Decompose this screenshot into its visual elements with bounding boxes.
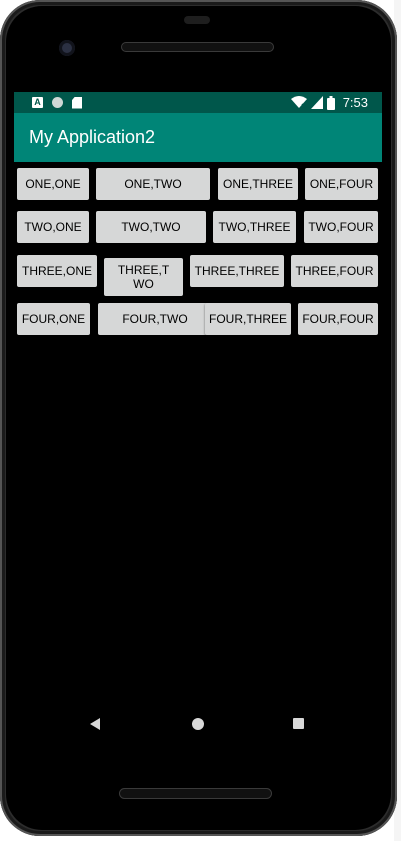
button-one-one[interactable]: ONE,ONE xyxy=(17,168,89,200)
button-one-three[interactable]: ONE,THREE xyxy=(218,168,298,200)
sd-card-icon xyxy=(72,96,82,109)
front-camera-icon xyxy=(59,40,75,56)
button-four-four[interactable]: FOUR,FOUR xyxy=(298,303,378,335)
wifi-icon xyxy=(290,96,307,109)
top-speaker xyxy=(121,42,274,52)
button-three-one[interactable]: THREE,ONE xyxy=(17,255,97,287)
app-bar: My Application2 xyxy=(14,113,382,162)
status-bar-system-icons: 7:53 xyxy=(290,94,368,111)
button-three-two[interactable]: THREE,TWO xyxy=(104,258,183,296)
recents-icon[interactable] xyxy=(293,718,304,729)
bottom-speaker xyxy=(119,788,272,799)
home-icon[interactable] xyxy=(192,718,204,730)
circle-icon xyxy=(52,97,63,108)
earpiece xyxy=(184,16,210,24)
button-two-one[interactable]: TWO,ONE xyxy=(17,211,89,243)
button-one-two[interactable]: ONE,TWO xyxy=(96,168,210,200)
button-two-four[interactable]: TWO,FOUR xyxy=(304,211,378,243)
button-four-three[interactable]: FOUR,THREE xyxy=(205,303,291,335)
status-bar: A 7:53 xyxy=(14,92,382,113)
notification-a-icon: A xyxy=(32,97,43,108)
emulator-window: A 7:53 My Application2 ONE,ONE ONE,TWO O… xyxy=(0,0,401,841)
button-four-two[interactable]: FOUR,TWO xyxy=(98,303,212,335)
device-screen: A 7:53 My Application2 ONE,ONE ONE,TWO O… xyxy=(14,92,382,747)
button-two-two[interactable]: TWO,TWO xyxy=(96,211,206,243)
button-one-four[interactable]: ONE,FOUR xyxy=(305,168,378,200)
button-four-one[interactable]: FOUR,ONE xyxy=(17,303,90,335)
button-three-three[interactable]: THREE,THREE xyxy=(190,255,284,287)
button-two-three[interactable]: TWO,THREE xyxy=(213,211,296,243)
status-bar-time: 7:53 xyxy=(342,95,368,110)
app-title: My Application2 xyxy=(29,127,156,147)
navigation-bar xyxy=(14,702,382,747)
button-three-four[interactable]: THREE,FOUR xyxy=(291,255,378,287)
battery-icon xyxy=(326,95,335,110)
back-icon[interactable] xyxy=(90,718,100,730)
status-bar-notifications: A xyxy=(32,96,82,109)
phone-frame: A 7:53 My Application2 ONE,ONE ONE,TWO O… xyxy=(0,0,397,836)
signal-icon xyxy=(310,96,323,109)
